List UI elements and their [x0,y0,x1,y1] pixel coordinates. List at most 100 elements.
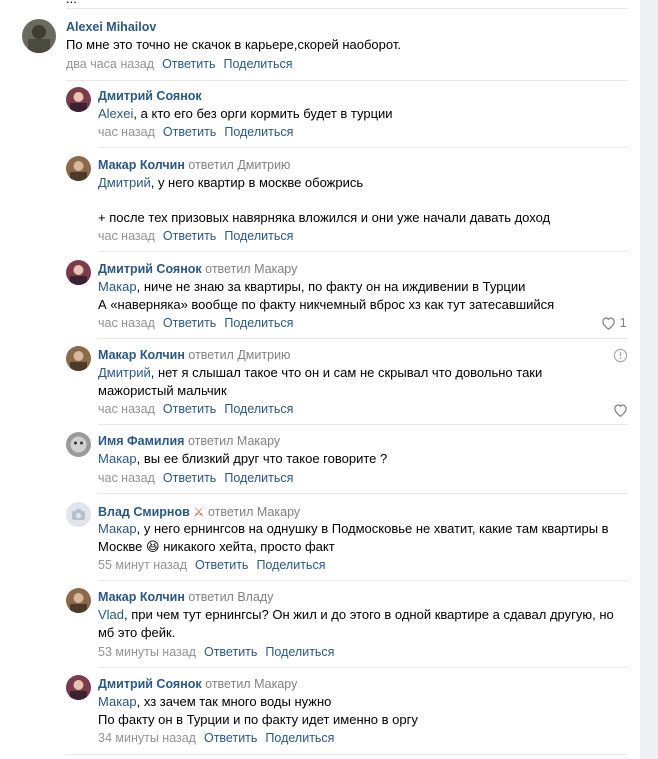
author-name[interactable]: Alexei Mihailov [66,20,156,34]
mention-link[interactable]: Дмитрий [98,175,151,190]
author-name[interactable]: Имя Фамилия [98,434,184,448]
comment-line: никакого хейта, просто факт [159,539,335,554]
author-name[interactable]: Дмитрий Соянок [98,262,202,276]
avatar[interactable] [66,156,91,181]
comment-author[interactable]: Дмитрий Соянок [98,89,202,103]
comment-text: Alexei, а кто его без орги кормить будет… [98,105,393,123]
mention-link[interactable]: Макар [98,521,137,536]
comment-line: А «наверняка» вообще по факту никчемный … [98,297,555,312]
comment-meta: 34 минуты назад Ответить Поделиться [98,731,334,745]
comment-text: Макар, вы ее близкий друг что такое гово… [98,450,387,468]
author-name[interactable]: Макар Колчин [98,590,185,604]
comment-author[interactable]: Имя Фамилия ответил Макару [98,434,280,448]
reply-button[interactable]: Ответить [195,558,248,572]
avatar[interactable] [66,502,91,527]
share-button[interactable]: Поделиться [224,402,293,416]
author-name[interactable]: Влад Смирнов [98,505,190,519]
reply-button[interactable]: Ответить [163,229,216,243]
separator [66,8,628,9]
replied-to[interactable]: Макару [257,505,300,519]
avatar[interactable] [66,346,91,371]
separator [98,147,628,148]
timestamp[interactable]: час назад [98,316,155,330]
replied-to[interactable]: Дмитрию [237,348,290,362]
comment-text: Vlad, при чем тут ернингсы? Он жил и до … [98,606,614,642]
timestamp[interactable]: два часа назад [66,57,154,71]
replied-to[interactable]: Дмитрию [237,158,290,172]
comment-author[interactable]: Дмитрий Соянок ответил Макару [98,262,297,276]
avatar[interactable] [66,432,91,457]
timestamp[interactable]: час назад [98,125,155,139]
author-name[interactable]: Дмитрий Соянок [98,89,202,103]
timestamp[interactable]: 34 минуты назад [98,731,196,745]
comment-author[interactable]: Макар Колчин ответил Владу [98,590,273,604]
separator [66,754,628,755]
replied-to[interactable]: Макару [237,434,280,448]
timestamp[interactable]: 55 минут назад [98,558,187,572]
comment-meta: час назад Ответить Поделиться [98,125,293,139]
comment-line: , ниче не знаю за квартиры, по факту он … [136,279,526,294]
mention-link[interactable]: Макар [98,694,137,709]
mention-link[interactable]: Макар [98,279,137,294]
share-button[interactable]: Поделиться [224,229,293,243]
share-button[interactable]: Поделиться [265,731,334,745]
mention-link[interactable]: Alexei [98,106,133,121]
scrollbar-track[interactable] [640,0,658,759]
reply-button[interactable]: Ответить [163,125,216,139]
comment-line: мб это фейк. [98,625,176,640]
share-button[interactable]: Поделиться [265,645,334,659]
timestamp[interactable]: час назад [98,229,155,243]
reply-button[interactable]: Ответить [163,471,216,485]
comment-line: , а кто его без орги кормить будет в тур… [133,106,393,121]
reply-button[interactable]: Ответить [163,402,216,416]
timestamp[interactable]: час назад [98,402,155,416]
separator [98,580,628,581]
separator [98,424,628,425]
timestamp[interactable]: час назад [98,471,155,485]
report-icon[interactable] [613,348,628,366]
replied-label: ответил [205,677,251,691]
like-button[interactable] [613,402,628,418]
mention-link[interactable]: Дмитрий [98,365,151,380]
avatar[interactable] [66,588,91,613]
replied-to[interactable]: Макару [254,677,297,691]
share-button[interactable]: Поделиться [224,125,293,139]
comment-line: , у него квартир в москве обожрись [150,175,364,190]
comment-line: , вы ее близкий друг что такое говорите … [136,451,388,466]
comment-author[interactable]: Макар Колчин ответил Дмитрию [98,348,290,362]
author-name[interactable]: Дмитрий Соянок [98,677,202,691]
replied-label: ответил [187,434,234,448]
comment-meta: час назад Ответить Поделиться [98,316,293,330]
avatar[interactable] [66,675,91,700]
avatar[interactable] [66,87,91,112]
reply-button[interactable]: Ответить [204,645,257,659]
avatar[interactable] [22,19,56,53]
replied-to[interactable]: Макару [254,262,297,276]
mention-link[interactable]: Макар [98,451,137,466]
reply-button[interactable]: Ответить [163,316,216,330]
comment-author[interactable]: Макар Колчин ответил Дмитрию [98,158,290,172]
previous-comment-fragment: ... [0,0,640,8]
author-name[interactable]: Макар Колчин [98,158,185,172]
reply-button[interactable]: Ответить [204,731,257,745]
comment-text: Дмитрий, у него квартир в москве обожрис… [98,174,550,227]
comment-author[interactable]: Дмитрий Соянок ответил Макару [98,677,297,691]
replied-to[interactable]: Владу [237,590,273,604]
author-name[interactable]: Макар Колчин [98,348,185,362]
comment-author[interactable]: Alexei Mihailov [66,20,156,34]
avatar[interactable] [66,260,91,285]
share-button[interactable]: Поделиться [224,471,293,485]
reply-button[interactable]: Ответить [162,57,215,71]
share-button[interactable]: Поделиться [224,316,293,330]
comment-meta: час назад Ответить Поделиться [98,471,293,485]
like-button[interactable]: 1 [601,315,627,331]
comment-author[interactable]: Влад Смирнов ⚔ ответил Макару [98,504,300,519]
mention-link[interactable]: Vlad [98,607,124,622]
share-button[interactable]: Поделиться [224,57,293,71]
comment-text: Макар, ниче не знаю за квартиры, по факт… [98,278,554,314]
share-button[interactable]: Поделиться [256,558,325,572]
heart-icon [602,317,615,331]
timestamp[interactable]: 53 минуты назад [98,645,196,659]
like-count: 1 [619,315,627,330]
laughing-emoji-icon: 😆 [146,539,160,554]
